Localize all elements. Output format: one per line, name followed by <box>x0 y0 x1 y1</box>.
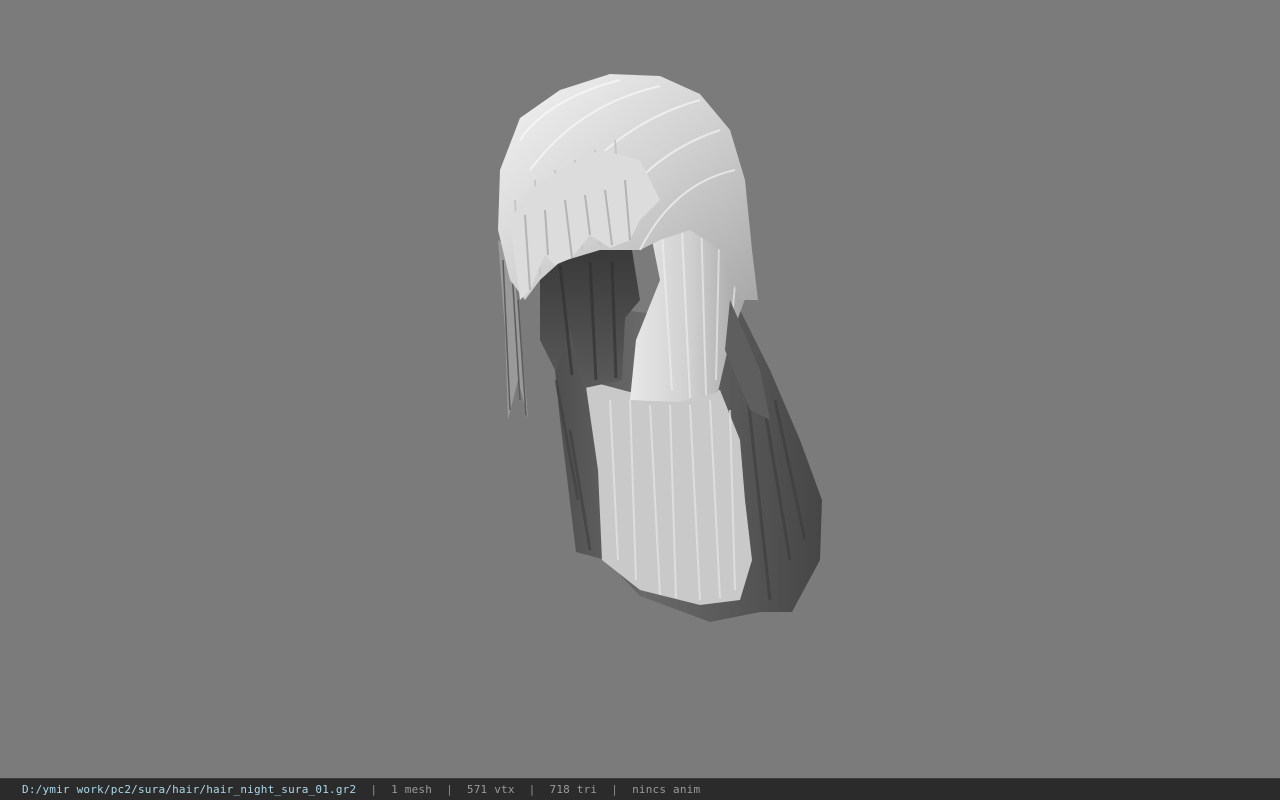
vertex-count-label: 571 vtx <box>466 783 515 796</box>
separator: | <box>446 783 453 796</box>
mesh-count-label: 1 mesh <box>391 783 433 796</box>
separator: | <box>611 783 619 796</box>
3d-viewport[interactable] <box>0 0 1280 778</box>
animation-status-label: nincs anim <box>632 783 701 796</box>
hair-model-render[interactable] <box>0 0 1280 778</box>
status-bar: D:/ymir work/pc2/sura/hair/hair_night_su… <box>0 778 1280 800</box>
file-path-label: D:/ymir work/pc2/sura/hair/hair_night_su… <box>22 783 357 796</box>
separator: | <box>528 783 536 796</box>
separator: | <box>370 783 378 796</box>
triangle-count-label: 718 tri <box>549 783 598 796</box>
